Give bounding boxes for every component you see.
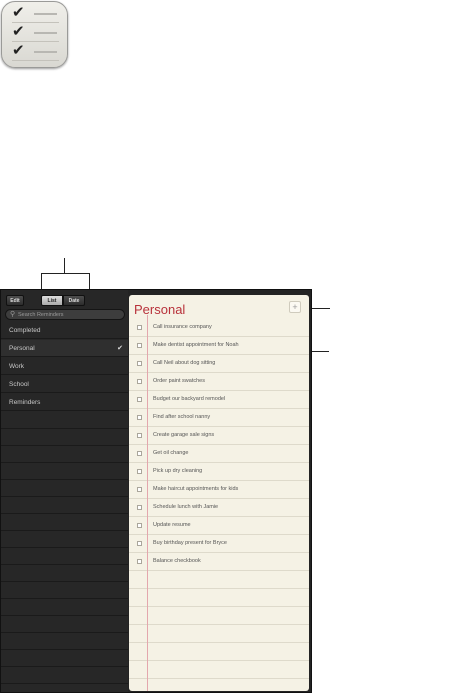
empty-row xyxy=(1,667,128,684)
list-item-label: School xyxy=(9,381,29,388)
reminder-item[interactable]: Order paint swatches xyxy=(129,373,309,391)
empty-row xyxy=(1,650,128,667)
ruled-line xyxy=(129,571,309,589)
reminder-text: Make haircut appointments for kids xyxy=(153,486,239,492)
checkbox[interactable] xyxy=(137,433,142,438)
reminder-item[interactable]: Call insurance company xyxy=(129,319,309,337)
checkbox[interactable] xyxy=(137,559,142,564)
checkmark-icon: ✔ xyxy=(12,3,25,21)
checkbox[interactable] xyxy=(137,469,142,474)
empty-row xyxy=(1,616,128,633)
reminder-item[interactable]: Buy birthday present for Bryce xyxy=(129,535,309,553)
checkmark-icon: ✔ xyxy=(117,344,123,352)
checkbox[interactable] xyxy=(137,505,142,510)
reminder-text: Budget our backyard remodel xyxy=(153,396,226,402)
reminder-text: Schedule lunch with Jamie xyxy=(153,504,219,510)
reminder-text: Order paint swatches xyxy=(153,378,205,384)
lists-sidebar: Edit List Date ⚲ Completed Personal ✔ Wor… xyxy=(1,290,128,692)
reminder-item[interactable]: Call Neil about dog sitting xyxy=(129,355,309,373)
date-view-button[interactable]: Date xyxy=(63,295,85,306)
ruled-line xyxy=(129,661,309,679)
ruled-line xyxy=(129,625,309,643)
reminder-text: Make dentist appointment for Noah xyxy=(153,342,239,348)
list-item-label: Personal xyxy=(9,345,35,352)
reminder-list-page: Personal + Call insurance company Make d… xyxy=(129,295,309,691)
reminder-text: Buy birthday present for Bryce xyxy=(153,540,227,546)
empty-row xyxy=(1,531,128,548)
list-view-button[interactable]: List xyxy=(41,295,63,306)
reminder-text: Balance checkbook xyxy=(153,558,201,564)
search-field[interactable]: ⚲ xyxy=(5,309,125,320)
callout-line xyxy=(41,273,89,274)
reminders-screen: Edit List Date ⚲ Completed Personal ✔ Wor… xyxy=(0,289,312,693)
reminder-item[interactable]: Find after school nanny xyxy=(129,409,309,427)
checkbox[interactable] xyxy=(137,379,142,384)
search-input[interactable] xyxy=(18,310,118,319)
empty-row xyxy=(1,429,128,446)
empty-row xyxy=(1,633,128,650)
edit-button[interactable]: Edit xyxy=(6,295,24,306)
reminder-item[interactable]: Get oil change xyxy=(129,445,309,463)
list-item-work[interactable]: Work xyxy=(1,358,128,375)
checkbox[interactable] xyxy=(137,541,142,546)
list-item-reminders[interactable]: Reminders xyxy=(1,394,128,411)
page-margin-line xyxy=(147,315,148,691)
reminder-text: Get oil change xyxy=(153,450,189,456)
list-item-personal[interactable]: Personal ✔ xyxy=(1,340,128,357)
empty-row xyxy=(1,548,128,565)
checkbox[interactable] xyxy=(137,523,142,528)
checkbox[interactable] xyxy=(137,361,142,366)
empty-row xyxy=(1,446,128,463)
empty-row xyxy=(1,582,128,599)
empty-row xyxy=(1,480,128,497)
checkbox[interactable] xyxy=(137,415,142,420)
empty-row xyxy=(1,565,128,582)
icon-line xyxy=(34,51,57,53)
empty-row xyxy=(1,463,128,480)
checkbox[interactable] xyxy=(137,325,142,330)
list-item-label: Work xyxy=(9,363,25,370)
list-title: Personal xyxy=(134,302,186,317)
reminder-text: Create garage sale signs xyxy=(153,432,215,438)
add-reminder-button[interactable]: + xyxy=(289,301,301,313)
checkbox[interactable] xyxy=(137,343,142,348)
reminder-text: Update resume xyxy=(153,522,191,528)
reminder-item[interactable]: Update resume xyxy=(129,517,309,535)
list-item-label: Completed xyxy=(9,327,41,334)
callout-line xyxy=(64,258,65,273)
reminder-item[interactable]: Schedule lunch with Jamie xyxy=(129,499,309,517)
reminder-item[interactable]: Create garage sale signs xyxy=(129,427,309,445)
empty-row xyxy=(1,599,128,616)
empty-row xyxy=(1,514,128,531)
reminders-app-icon: ✔ ✔ ✔ xyxy=(1,1,68,68)
list-item-label: Reminders xyxy=(9,399,41,406)
empty-row xyxy=(1,497,128,514)
checkmark-icon: ✔ xyxy=(12,22,25,40)
reminder-item[interactable]: Make haircut appointments for kids xyxy=(129,481,309,499)
icon-row: ✔ xyxy=(12,3,59,23)
reminder-text: Call Neil about dog sitting xyxy=(153,360,216,366)
reminder-text: Find after school nanny xyxy=(153,414,211,420)
icon-line xyxy=(34,13,57,15)
icon-row: ✔ xyxy=(12,41,59,61)
list-item-school[interactable]: School xyxy=(1,376,128,393)
list-item-completed[interactable]: Completed xyxy=(1,322,128,339)
checkmark-icon: ✔ xyxy=(12,41,25,59)
reminder-text: Pick up dry cleaning xyxy=(153,468,203,474)
icon-row: ✔ xyxy=(12,22,59,42)
empty-row xyxy=(1,412,128,429)
ruled-line xyxy=(129,607,309,625)
reminder-item[interactable]: Balance checkbook xyxy=(129,553,309,571)
icon-line xyxy=(34,32,57,34)
checkbox[interactable] xyxy=(137,397,142,402)
search-icon: ⚲ xyxy=(10,311,16,318)
ruled-line xyxy=(129,589,309,607)
checkbox[interactable] xyxy=(137,487,142,492)
reminder-item[interactable]: Make dentist appointment for Noah xyxy=(129,337,309,355)
ruled-line xyxy=(129,643,309,661)
reminder-item[interactable]: Pick up dry cleaning xyxy=(129,463,309,481)
checkbox[interactable] xyxy=(137,451,142,456)
reminder-item[interactable]: Budget our backyard remodel xyxy=(129,391,309,409)
reminder-text: Call insurance company xyxy=(153,324,212,330)
